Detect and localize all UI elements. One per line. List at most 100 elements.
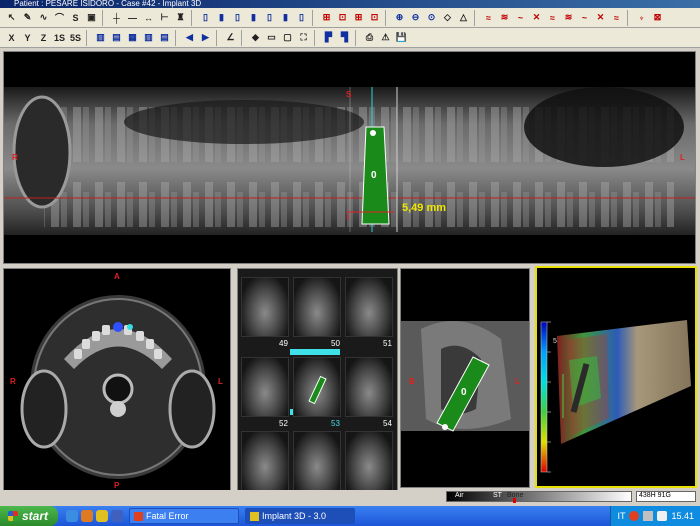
pan-tool-button[interactable]: ◇ bbox=[440, 10, 455, 26]
taskbar-task[interactable]: Fatal Error bbox=[129, 508, 239, 524]
implant-tool-6-button[interactable]: ▮ bbox=[278, 10, 293, 26]
axial-marker-right: R bbox=[10, 377, 16, 386]
fit-tool-button[interactable]: ⛶ bbox=[296, 30, 311, 46]
tooth-delete-tool-button[interactable]: ⊠ bbox=[650, 10, 665, 26]
rect-tool-button[interactable]: ▭ bbox=[264, 30, 279, 46]
diamond-tool-button[interactable]: ◆ bbox=[248, 30, 263, 46]
window-title: Patient : PESARE ISIDORO - Case #42 - Im… bbox=[0, 0, 700, 8]
firefox-icon[interactable] bbox=[81, 510, 93, 522]
nerve-tool-6-button[interactable]: ≋ bbox=[561, 10, 576, 26]
nerve-tool-3-button[interactable]: ~ bbox=[513, 10, 528, 26]
slice-thumbnail[interactable] bbox=[293, 277, 341, 337]
slice-thumbnail[interactable] bbox=[241, 431, 289, 491]
axis-x-button-button[interactable]: X bbox=[4, 30, 19, 46]
layout-tool-3-button[interactable]: ▦ bbox=[125, 30, 140, 46]
play-left-tool-button[interactable]: ◀ bbox=[182, 30, 197, 46]
tray-alert-icon[interactable] bbox=[629, 511, 640, 521]
grid-tool-button[interactable]: ⊞ bbox=[319, 10, 334, 26]
nerve-tool-button[interactable]: ≈ bbox=[481, 10, 496, 26]
print-tool-button[interactable]: ⎙ bbox=[362, 30, 377, 46]
slice-number: 49 bbox=[279, 339, 288, 348]
layout-tool-1-button[interactable]: ▥ bbox=[93, 30, 108, 46]
axis-z-button-button[interactable]: Z bbox=[36, 30, 51, 46]
density-gradient-bar[interactable]: Air ST Bone bbox=[446, 491, 632, 503]
implant-tool-7-button[interactable]: ▯ bbox=[294, 10, 309, 26]
toolbar-separator bbox=[312, 9, 316, 26]
axis-5s-button-button[interactable]: 5S bbox=[68, 30, 83, 46]
tooth-model-tool-button[interactable]: ♆ bbox=[634, 10, 649, 26]
nerve-tool-8-button[interactable]: ✕ bbox=[593, 10, 608, 26]
angle-tool-button[interactable]: ∠ bbox=[223, 30, 238, 46]
volume-3d-view[interactable]: 5 bbox=[535, 266, 697, 488]
slice-thumbnail[interactable] bbox=[293, 357, 341, 417]
slice-thumbnail[interactable] bbox=[345, 431, 393, 491]
toolbar-separator bbox=[355, 29, 359, 46]
caliper-tool-button[interactable]: ⊢ bbox=[157, 10, 172, 26]
cross-tool-button[interactable]: ┼ bbox=[109, 10, 124, 26]
play-right-tool-button[interactable]: ▶ bbox=[198, 30, 213, 46]
nerve-tool-5-button[interactable]: ≈ bbox=[545, 10, 560, 26]
line-tool-button[interactable]: — bbox=[125, 10, 140, 26]
slice-thumbnail[interactable] bbox=[293, 431, 341, 491]
warning-tool-button[interactable]: ⚠ bbox=[378, 30, 393, 46]
slice-thumbnail[interactable] bbox=[241, 357, 289, 417]
grid-tool-3-button[interactable]: ⊞ bbox=[351, 10, 366, 26]
toolbar-separator bbox=[385, 9, 389, 26]
pen-tool-button[interactable]: ✎ bbox=[20, 10, 35, 26]
implant-add-tool-button[interactable]: ▯ bbox=[198, 10, 213, 26]
zoom-out-tool-button[interactable]: ⊖ bbox=[408, 10, 423, 26]
start-button[interactable]: start bbox=[0, 506, 58, 526]
cube-tool-button[interactable]: ▣ bbox=[84, 10, 99, 26]
network-icon[interactable] bbox=[643, 511, 654, 521]
nerve-tool-9-button[interactable]: ≈ bbox=[609, 10, 624, 26]
zoom-fit-tool-button[interactable]: ⊙ bbox=[424, 10, 439, 26]
ie-icon[interactable] bbox=[66, 510, 78, 522]
tooth-tool-button[interactable]: ♜ bbox=[173, 10, 188, 26]
cross-implant[interactable] bbox=[437, 357, 489, 431]
density-marker[interactable] bbox=[513, 498, 516, 503]
nerve-tool-7-button[interactable]: ~ bbox=[577, 10, 592, 26]
pointer-tool-button[interactable]: ↖ bbox=[4, 10, 19, 26]
save-tool-button[interactable]: 💾 bbox=[394, 30, 409, 46]
panoramic-view[interactable]: R L S I 0 5,49 mm bbox=[3, 51, 696, 264]
slice-thumbnail[interactable] bbox=[345, 357, 393, 417]
axial-view[interactable]: A P R L bbox=[3, 268, 231, 492]
windows-taskbar: start Fatal Error Implant 3D - 3.0 IT 15.… bbox=[0, 506, 700, 526]
taskbar-task[interactable]: Implant 3D - 3.0 bbox=[245, 508, 355, 524]
arc-tool-button[interactable]: ⌒ bbox=[52, 10, 67, 26]
axis-y-button-button[interactable]: Y bbox=[20, 30, 35, 46]
grid-tool-2-button[interactable]: ⊡ bbox=[335, 10, 350, 26]
layout-tool-4-button[interactable]: ▥ bbox=[141, 30, 156, 46]
language-indicator[interactable]: IT bbox=[617, 511, 625, 521]
layout-a-tool-button[interactable]: ▛ bbox=[321, 30, 336, 46]
pano-implant[interactable] bbox=[363, 130, 391, 226]
layout-tool-5-button[interactable]: ▤ bbox=[157, 30, 172, 46]
layout-tool-2-button[interactable]: ▤ bbox=[109, 30, 124, 46]
nerve-tool-2-button[interactable]: ≋ bbox=[497, 10, 512, 26]
layout-b-tool-button[interactable]: ▜ bbox=[337, 30, 352, 46]
axial-image bbox=[4, 269, 230, 491]
axial-marker-posterior: P bbox=[114, 481, 120, 490]
curve-tool-button[interactable]: ∿ bbox=[36, 10, 51, 26]
slice-thumbnail[interactable] bbox=[241, 277, 289, 337]
implant-tool-5-button[interactable]: ▯ bbox=[262, 10, 277, 26]
axis-1s-button-button[interactable]: 1S bbox=[52, 30, 67, 46]
measure-tool-button[interactable]: ↔ bbox=[141, 10, 156, 26]
slice-thumbnail[interactable] bbox=[345, 277, 393, 337]
frame-tool-button[interactable]: ▢ bbox=[280, 30, 295, 46]
volume-icon[interactable] bbox=[657, 511, 668, 521]
nerve-delete-tool-button[interactable]: ✕ bbox=[529, 10, 544, 26]
zoom-in-tool-button[interactable]: ⊕ bbox=[392, 10, 407, 26]
media-icon[interactable] bbox=[111, 510, 123, 522]
spline-tool-button[interactable]: S bbox=[68, 10, 83, 26]
implant-tool-3-button[interactable]: ▯ bbox=[230, 10, 245, 26]
explorer-icon[interactable] bbox=[96, 510, 108, 522]
toolbar-separator bbox=[102, 9, 106, 26]
slice-number: 53 bbox=[331, 419, 340, 428]
implant-tool-4-button[interactable]: ▮ bbox=[246, 10, 261, 26]
grid-tool-4-button[interactable]: ⊡ bbox=[367, 10, 382, 26]
implant-tool-2-button[interactable]: ▮ bbox=[214, 10, 229, 26]
cross-section-view[interactable]: B L 0 bbox=[400, 268, 530, 488]
axial-marker-anterior: A bbox=[114, 272, 120, 281]
rotate-tool-button[interactable]: △ bbox=[456, 10, 471, 26]
